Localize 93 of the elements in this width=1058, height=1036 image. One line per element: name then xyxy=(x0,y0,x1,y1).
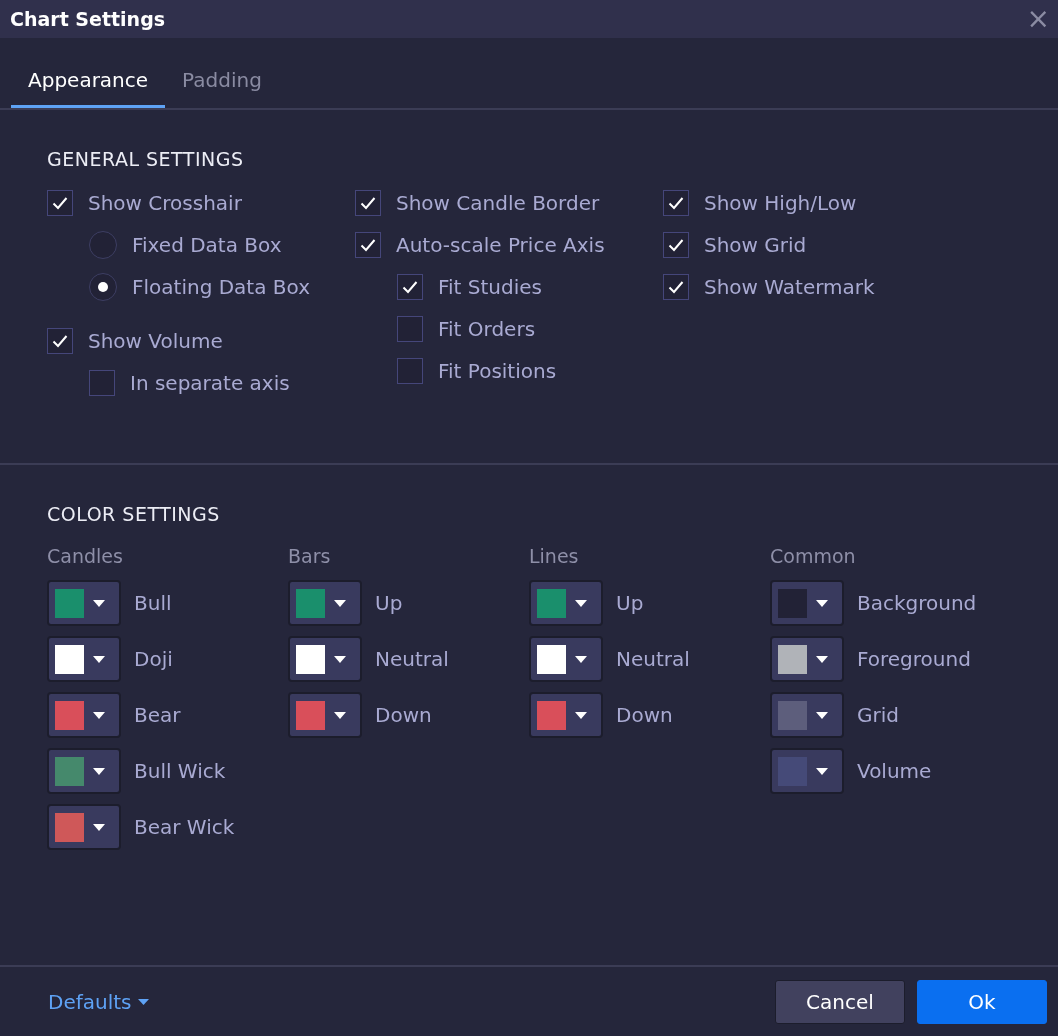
option-label: Show Crosshair xyxy=(88,191,242,215)
check-icon xyxy=(668,238,684,252)
check-icon xyxy=(360,196,376,210)
option-label: Fixed Data Box xyxy=(132,233,282,257)
color-label: Doji xyxy=(134,647,173,671)
caret-icon xyxy=(816,711,828,719)
caret-icon xyxy=(334,711,346,719)
caret-icon xyxy=(334,655,346,663)
color-picker-button[interactable] xyxy=(47,692,121,738)
caret-icon xyxy=(575,599,587,607)
option-label: Fit Orders xyxy=(438,317,536,341)
color-picker-button[interactable] xyxy=(529,636,603,682)
cancel-button[interactable]: Cancel xyxy=(775,979,905,1024)
tab[interactable]: Padding xyxy=(165,54,279,108)
section-heading: COLOR SETTINGS xyxy=(47,503,221,525)
checkbox[interactable] xyxy=(663,274,689,300)
caret-icon xyxy=(816,767,828,775)
color-label: Volume xyxy=(857,759,932,783)
check-icon xyxy=(360,238,376,252)
checkbox[interactable] xyxy=(47,190,73,216)
group-heading: Candles xyxy=(47,545,124,567)
color-label: Down xyxy=(616,703,673,727)
option-label: Floating Data Box xyxy=(132,275,310,299)
color-label: Neutral xyxy=(375,647,449,671)
checkbox[interactable] xyxy=(397,274,423,300)
check-icon xyxy=(52,334,68,348)
section-heading: GENERAL SETTINGS xyxy=(47,148,245,170)
color-label: Up xyxy=(616,591,644,615)
checkbox[interactable] xyxy=(47,328,73,354)
caret-icon xyxy=(93,823,105,831)
color-picker-button[interactable] xyxy=(288,580,362,626)
caret-icon xyxy=(575,711,587,719)
checkbox[interactable] xyxy=(89,370,115,396)
color-picker-button[interactable] xyxy=(288,636,362,682)
check-icon xyxy=(668,280,684,294)
color-label: Bear xyxy=(134,703,181,727)
caret-icon xyxy=(334,599,346,607)
check-icon xyxy=(52,196,68,210)
color-picker-button[interactable] xyxy=(47,804,121,850)
option-label: Fit Positions xyxy=(438,359,557,383)
color-label: Up xyxy=(375,591,403,615)
caret-icon xyxy=(137,998,149,1005)
group-heading: Lines xyxy=(529,545,580,567)
option-label: Show Watermark xyxy=(704,275,875,299)
caret-icon xyxy=(93,655,105,663)
caret-icon xyxy=(575,655,587,663)
option-label: Show High/Low xyxy=(704,191,857,215)
checkbox[interactable] xyxy=(397,316,423,342)
tab[interactable]: Appearance xyxy=(11,54,166,108)
option-label: Show Grid xyxy=(704,233,807,257)
close-button[interactable]: × xyxy=(1026,5,1050,33)
radio-button[interactable] xyxy=(89,231,117,259)
option-label: In separate axis xyxy=(130,371,290,395)
checkbox[interactable] xyxy=(397,358,423,384)
color-picker-button[interactable] xyxy=(47,748,121,794)
option-label: Show Candle Border xyxy=(396,191,600,215)
radio-button[interactable] xyxy=(89,273,117,301)
option-label: Fit Studies xyxy=(438,275,542,299)
caret-icon xyxy=(816,655,828,663)
caret-icon xyxy=(816,599,828,607)
window-title: Chart Settings xyxy=(10,8,166,30)
color-picker-button[interactable] xyxy=(770,692,844,738)
color-picker-button[interactable] xyxy=(288,692,362,738)
check-icon xyxy=(668,196,684,210)
color-label: Neutral xyxy=(616,647,690,671)
defaults-dropdown[interactable]: Defaults xyxy=(48,989,149,1014)
color-picker-button[interactable] xyxy=(47,636,121,682)
group-heading: Bars xyxy=(288,545,332,567)
color-label: Background xyxy=(857,591,977,615)
caret-icon xyxy=(93,599,105,607)
ok-button[interactable]: Ok xyxy=(917,979,1047,1024)
checkbox[interactable] xyxy=(663,190,689,216)
color-label: Bull xyxy=(134,591,172,615)
color-picker-button[interactable] xyxy=(529,580,603,626)
color-picker-button[interactable] xyxy=(47,580,121,626)
option-label: Auto-scale Price Axis xyxy=(396,233,605,257)
caret-icon xyxy=(93,767,105,775)
color-picker-button[interactable] xyxy=(529,692,603,738)
color-picker-button[interactable] xyxy=(770,580,844,626)
caret-icon xyxy=(93,711,105,719)
checkbox[interactable] xyxy=(663,232,689,258)
color-picker-button[interactable] xyxy=(770,636,844,682)
color-picker-button[interactable] xyxy=(770,748,844,794)
color-label: Grid xyxy=(857,703,899,727)
color-label: Bull Wick xyxy=(134,759,226,783)
option-label: Show Volume xyxy=(88,329,223,353)
color-label: Bear Wick xyxy=(134,815,235,839)
checkbox[interactable] xyxy=(355,190,381,216)
color-label: Foreground xyxy=(857,647,971,671)
group-heading: Common xyxy=(770,545,857,567)
checkbox[interactable] xyxy=(355,232,381,258)
check-icon xyxy=(402,280,418,294)
color-label: Down xyxy=(375,703,432,727)
